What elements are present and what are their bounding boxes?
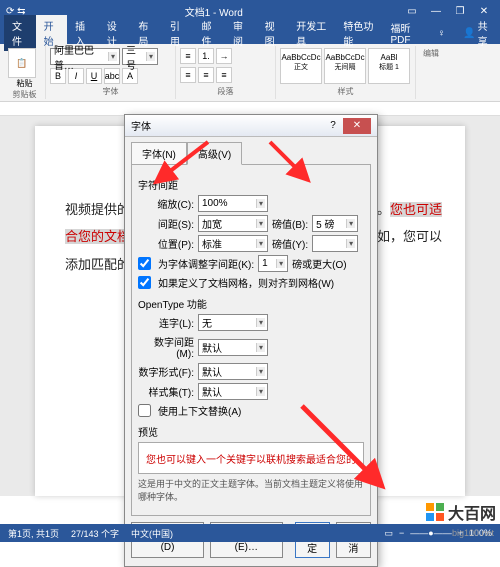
- dialog-tab-advanced[interactable]: 高级(V): [187, 142, 242, 165]
- numform-select[interactable]: 默认: [198, 363, 268, 380]
- scale-label: 缩放(C):: [138, 196, 194, 211]
- dialog-tab-font[interactable]: 字体(N): [131, 142, 187, 165]
- align-left-button[interactable]: ≡: [180, 67, 196, 83]
- spacing-pt-label: 磅值(B):: [272, 216, 308, 231]
- share-button[interactable]: 👤共享: [453, 18, 500, 48]
- grid-align-label: 如果定义了文档网格，则对齐到网格(W): [158, 275, 334, 290]
- position-pt-input[interactable]: [312, 235, 358, 252]
- status-page[interactable]: 第1页, 共1页: [8, 527, 59, 540]
- group-paragraph: 段落: [180, 86, 271, 97]
- ligatures-label: 连字(L):: [138, 315, 194, 330]
- dialog-close-button[interactable]: ✕: [343, 118, 371, 134]
- paste-icon[interactable]: 📋: [8, 48, 36, 78]
- strike-button[interactable]: abc: [104, 68, 120, 84]
- position-select[interactable]: 标准: [198, 235, 268, 252]
- align-right-button[interactable]: ≡: [216, 67, 232, 83]
- style-heading1[interactable]: AaBl标题 1: [368, 48, 410, 84]
- align-center-button[interactable]: ≡: [198, 67, 214, 83]
- kerning-unit: 磅或更大(O): [292, 256, 346, 271]
- spacing-select[interactable]: 加宽: [198, 215, 268, 232]
- list-bullet-button[interactable]: ≡: [180, 48, 196, 64]
- kerning-label: 为字体调整字间距(K):: [158, 256, 254, 271]
- tab-foxit[interactable]: 福昕PDF: [383, 17, 430, 49]
- dialog-title: 字体: [131, 118, 323, 133]
- font-size-select[interactable]: 三号: [122, 48, 158, 65]
- numspacing-label: 数字间距(M):: [138, 334, 194, 360]
- style-normal[interactable]: AaBbCcDc正文: [280, 48, 322, 84]
- highlighted-text: 您也可: [390, 202, 429, 217]
- section-char-spacing: 字符间距: [138, 177, 364, 192]
- group-clipboard: 剪贴板: [8, 89, 41, 100]
- context-alt-label: 使用上下文替换(A): [158, 403, 241, 418]
- context-alt-checkbox[interactable]: [138, 404, 151, 417]
- status-bar: 第1页, 共1页 27/143 个字 中文(中国) ▭ − ——●—— + 10…: [0, 524, 500, 542]
- styleset-select[interactable]: 默认: [198, 383, 268, 400]
- preview-desc: 这是用于中文的正文主题字体。当前文档主题定义将使用哪种字体。: [138, 477, 364, 503]
- dialog-titlebar[interactable]: 字体 ? ✕: [125, 115, 377, 137]
- zoom-out-button[interactable]: −: [399, 528, 404, 538]
- ribbon: 📋 粘贴 剪贴板 阿里巴巴普… 三号 B I U abc A 字体 ≡ 1. →…: [0, 44, 500, 102]
- view-mode-icon[interactable]: ▭: [384, 528, 393, 539]
- group-styles: 样式: [280, 86, 411, 97]
- position-label: 位置(P):: [138, 236, 194, 251]
- numspacing-select[interactable]: 默认: [198, 339, 268, 356]
- spacing-label: 间距(S):: [138, 216, 194, 231]
- group-edit: 编辑: [420, 48, 442, 59]
- watermark-url: big100.net: [452, 528, 494, 538]
- numform-label: 数字形式(F):: [138, 364, 194, 379]
- grid-align-checkbox[interactable]: [138, 276, 151, 289]
- scale-select[interactable]: 100%: [198, 195, 268, 212]
- ligatures-select[interactable]: 无: [198, 314, 268, 331]
- kerning-input[interactable]: 1: [258, 255, 288, 272]
- status-lang[interactable]: 中文(中国): [131, 527, 173, 540]
- section-opentype: OpenType 功能: [138, 296, 364, 311]
- style-no-spacing[interactable]: AaBbCcDc无间隔: [324, 48, 366, 84]
- group-font: 字体: [50, 86, 171, 97]
- list-number-button[interactable]: 1.: [198, 48, 214, 64]
- body-text: 视频提供: [65, 202, 117, 217]
- font-family-select[interactable]: 阿里巴巴普…: [50, 48, 120, 65]
- kerning-checkbox[interactable]: [138, 257, 151, 270]
- window-close[interactable]: ✕: [474, 3, 494, 19]
- styleset-label: 样式集(T):: [138, 384, 194, 399]
- indent-button[interactable]: →: [216, 48, 232, 64]
- paste-label: 粘贴: [8, 78, 41, 89]
- section-preview: 预览: [138, 424, 364, 439]
- spacing-pt-input[interactable]: 5 磅: [312, 215, 358, 232]
- zoom-slider[interactable]: ——●——: [410, 528, 451, 538]
- status-words[interactable]: 27/143 个字: [71, 527, 119, 540]
- font-dialog: 字体 ? ✕ 字体(N) 高级(V) 字符间距 缩放(C): 100% 间距(S…: [124, 114, 378, 567]
- window-restore[interactable]: ❐: [450, 3, 470, 19]
- tab-tell-me[interactable]: ♀: [430, 25, 454, 42]
- watermark-logo: 大百网: [426, 500, 496, 524]
- position-pt-label: 磅值(Y):: [272, 236, 308, 251]
- preview-box: 您也可以键入一个关键字以联机搜索最适合您的: [138, 442, 364, 474]
- dialog-help-button[interactable]: ?: [323, 120, 343, 131]
